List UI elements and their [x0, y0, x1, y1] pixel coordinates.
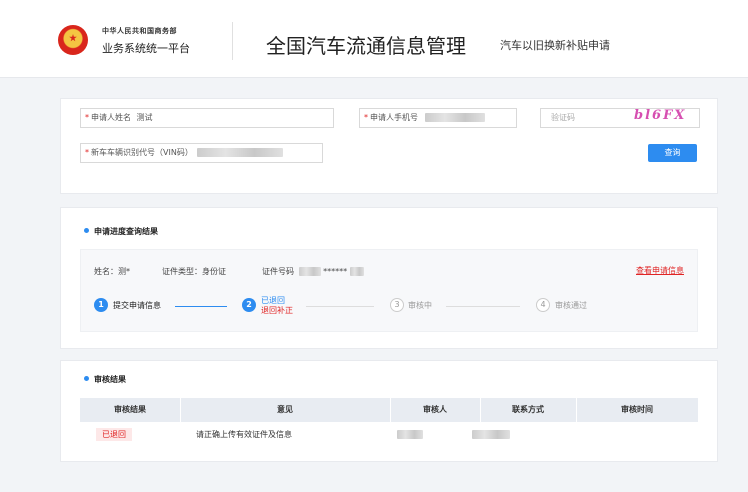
- contact-cell: [472, 429, 510, 441]
- masked-vin-value: [197, 148, 284, 157]
- step-line-2: [306, 306, 374, 307]
- ministry-name: 中华人民共和国商务部: [102, 27, 177, 35]
- applicant-name-info: 姓名：测*: [94, 267, 130, 276]
- captcha-image[interactable]: bl6FX: [634, 108, 700, 126]
- captcha-placeholder: 验证码: [551, 113, 575, 122]
- progress-section-label: 申请进度查询结果: [94, 227, 158, 236]
- id-number-info: 证件号码 ******: [262, 266, 364, 277]
- vin-label: 新车车辆识别代号（VIN码）: [91, 148, 193, 157]
- national-emblem-icon: [58, 25, 88, 55]
- progress-section-title: 申请进度查询结果: [84, 226, 158, 237]
- applicant-name-value: 测试: [136, 113, 153, 122]
- col-contact: 联系方式: [512, 405, 544, 414]
- masked-phone-value: [424, 113, 485, 122]
- review-table-header: 审核结果 意见 审核人 联系方式 审核时间: [80, 398, 698, 422]
- step-line-1: [175, 306, 227, 307]
- section-dot-icon: [84, 228, 89, 233]
- id-number-mask: ******: [323, 267, 348, 276]
- step-3-circle: 3: [390, 298, 404, 312]
- masked-reviewer: [397, 430, 423, 439]
- id-number-label: 证件号码: [262, 267, 294, 276]
- required-mark: *: [364, 113, 368, 122]
- platform-name: 业务系统统一平台: [102, 42, 190, 55]
- masked-id-suffix: [349, 267, 364, 276]
- progress-result-box: [80, 249, 698, 332]
- applicant-name-field[interactable]: * 申请人姓名 测试: [80, 108, 334, 128]
- required-mark: *: [85, 113, 89, 122]
- header-divider: [232, 22, 233, 60]
- reviewer-cell: [397, 429, 423, 441]
- step-1-circle: 1: [94, 298, 108, 312]
- required-mark: *: [85, 148, 89, 157]
- query-button[interactable]: 查询: [648, 144, 697, 162]
- applicant-phone-label: 申请人手机号: [370, 113, 418, 122]
- col-review-time: 审核时间: [621, 405, 653, 414]
- view-application-link[interactable]: 查看申请信息: [636, 265, 684, 276]
- applicant-phone-field[interactable]: * 申请人手机号: [359, 108, 517, 128]
- section-dot-icon: [84, 376, 89, 381]
- step-4-label: 审核通过: [555, 301, 587, 310]
- applicant-name-label: 申请人姓名: [91, 113, 131, 122]
- page-subtitle: 汽车以旧换新补贴申请: [500, 39, 610, 52]
- id-type-info: 证件类型：身份证: [162, 267, 226, 276]
- col-review-result: 审核结果: [114, 405, 146, 414]
- site-header: 中华人民共和国商务部 业务系统统一平台 全国汽车流通信息管理 汽车以旧换新补贴申…: [0, 0, 748, 78]
- review-section-label: 审核结果: [94, 375, 126, 384]
- step-4-circle: 4: [536, 298, 550, 312]
- page-title: 全国汽车流通信息管理: [266, 34, 466, 58]
- step-2-sublabel: 退回补正: [261, 306, 293, 315]
- masked-id-prefix: [298, 267, 321, 276]
- col-reviewer: 审核人: [423, 405, 447, 414]
- status-badge: 已退回: [96, 428, 132, 441]
- review-opinion: 请正确上传有效证件及信息: [196, 430, 292, 439]
- masked-contact: [472, 430, 510, 439]
- vin-field[interactable]: * 新车车辆识别代号（VIN码）: [80, 143, 323, 163]
- review-section-title: 审核结果: [84, 374, 126, 385]
- col-opinion: 意见: [277, 405, 293, 414]
- step-line-3: [446, 306, 520, 307]
- step-2-circle: 2: [242, 298, 256, 312]
- step-3-label: 审核中: [408, 301, 432, 310]
- step-1-label: 提交申请信息: [113, 301, 161, 310]
